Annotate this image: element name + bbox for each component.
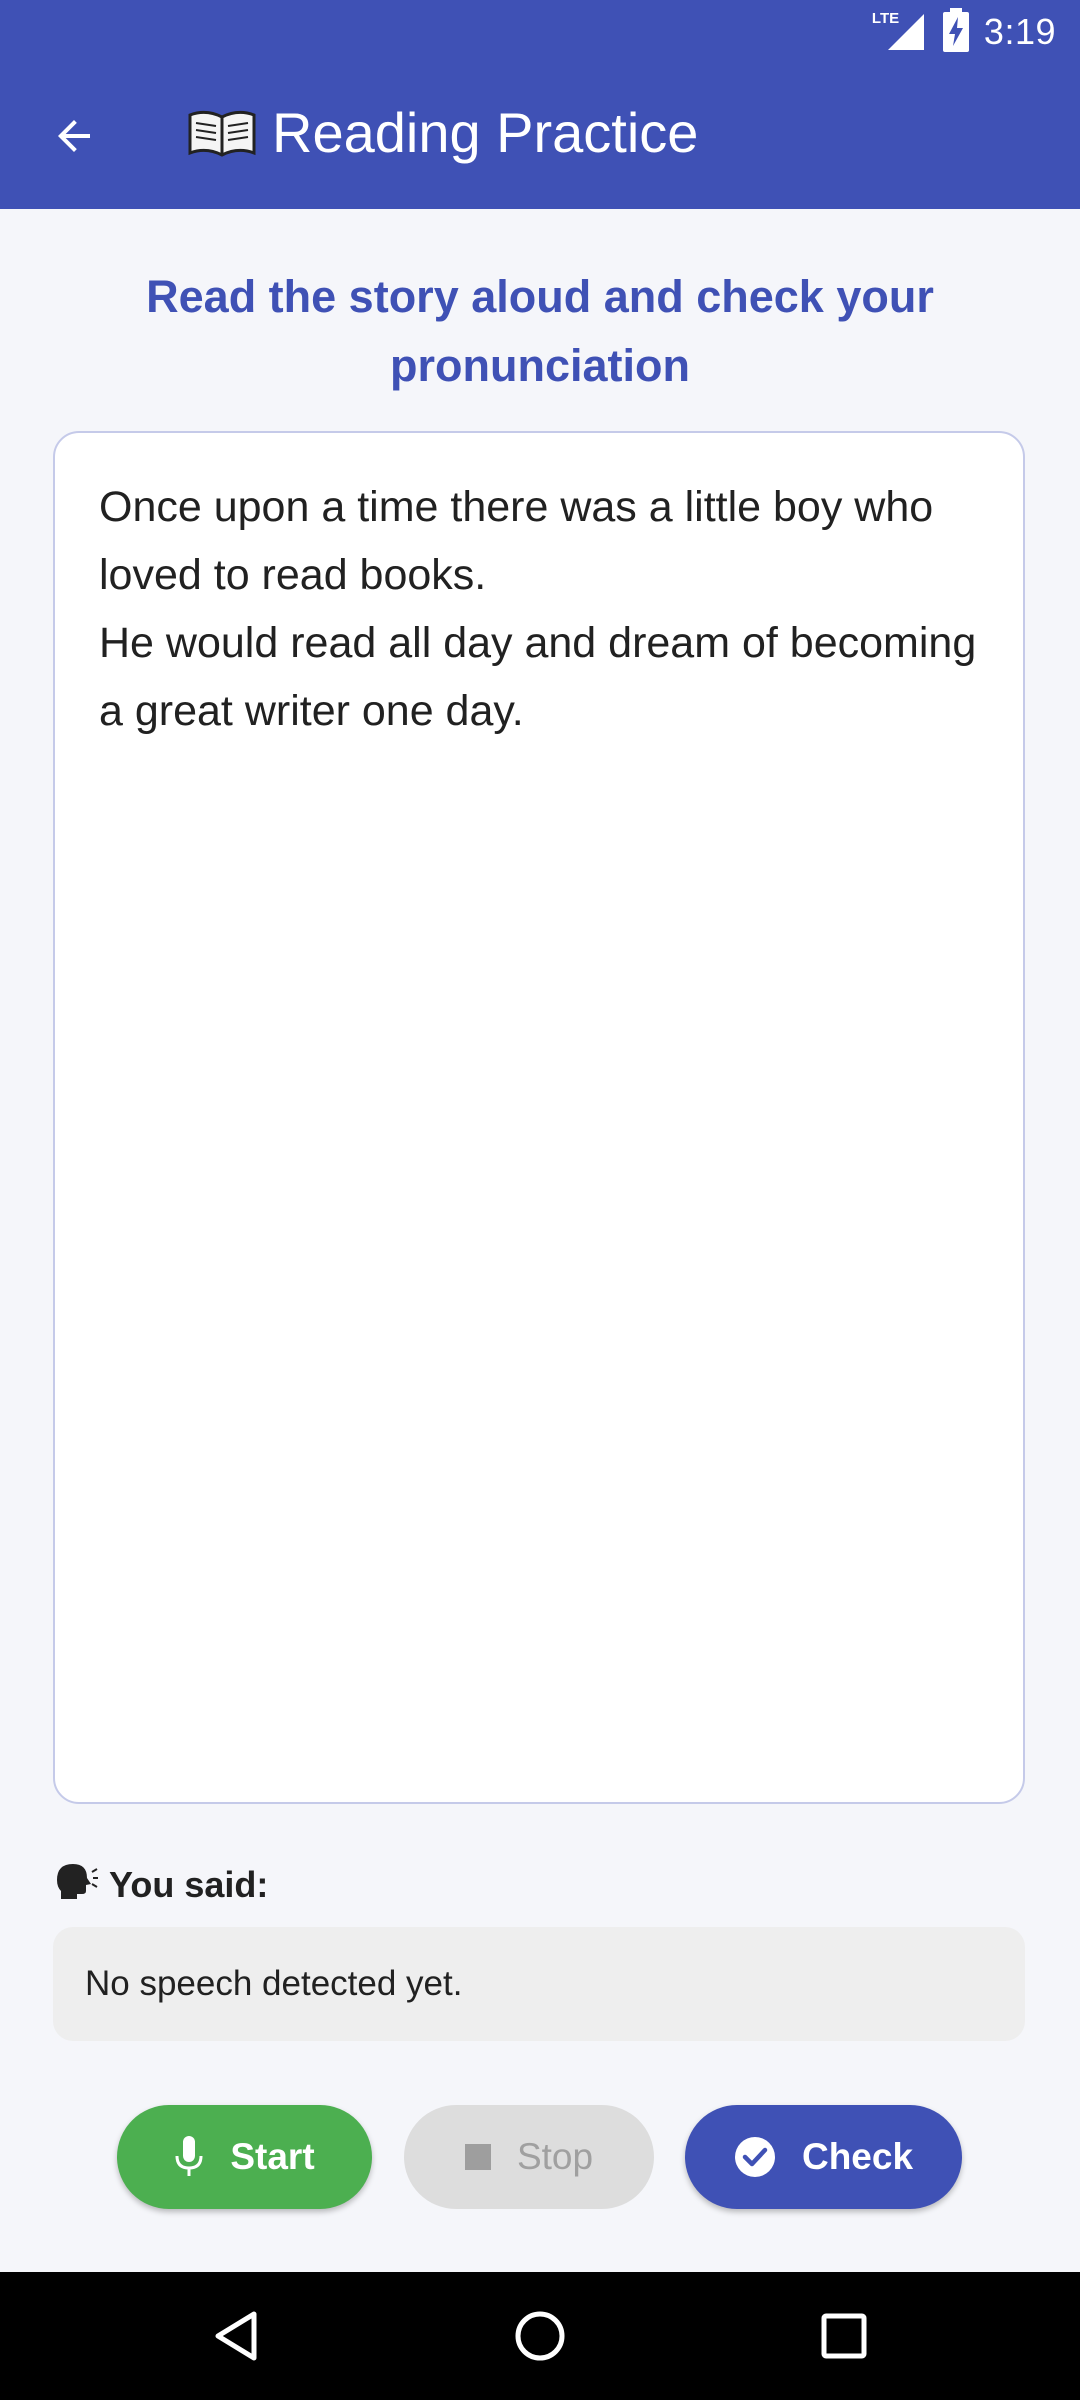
start-button[interactable]: Start xyxy=(117,2105,372,2209)
microphone-icon xyxy=(175,2136,203,2176)
nav-home-icon xyxy=(515,2311,565,2361)
stop-icon xyxy=(464,2144,491,2170)
status-bar: LTE 3:19 xyxy=(0,0,1080,64)
app-bar: Reading Practice xyxy=(0,64,1080,209)
check-button-label: Check xyxy=(801,2136,914,2177)
app-title: Reading Practice xyxy=(186,100,698,165)
open-book-icon xyxy=(186,107,258,159)
story-card[interactable]: Once upon a time there was a little boy … xyxy=(53,431,1025,1804)
back-button[interactable] xyxy=(34,104,114,168)
nav-recents-button[interactable] xyxy=(804,2296,884,2376)
stop-button[interactable]: Stop xyxy=(404,2105,654,2209)
you-said-label: You said: xyxy=(53,1860,268,1909)
arrow-back-icon xyxy=(58,120,90,152)
stop-button-label: Stop xyxy=(516,2136,594,2177)
battery-charging-icon xyxy=(942,7,970,57)
network-type: LTE xyxy=(871,10,900,27)
instruction-heading: Read the story aloud and check your pron… xyxy=(146,271,934,391)
speech-result-box: No speech detected yet. xyxy=(53,1927,1025,2041)
check-button[interactable]: Check xyxy=(685,2105,962,2209)
lte-signal-icon: LTE xyxy=(872,10,928,54)
start-button-label: Start xyxy=(230,2136,315,2177)
status-icons: LTE 3:19 xyxy=(872,7,1056,57)
nav-back-button[interactable] xyxy=(196,2296,276,2376)
speech-result-text: No speech detected yet. xyxy=(85,1964,463,2003)
nav-recents-icon xyxy=(821,2313,867,2359)
you-said-text: You said: xyxy=(109,1863,269,1905)
app-title-text: Reading Practice xyxy=(272,101,699,164)
story-text: Once upon a time there was a little boy … xyxy=(99,483,977,735)
nav-home-button[interactable] xyxy=(500,2296,580,2376)
check-circle-icon xyxy=(734,2137,775,2177)
status-time: 3:19 xyxy=(983,11,1056,52)
speaking-head-icon xyxy=(53,1860,99,1909)
nav-back-icon xyxy=(215,2311,257,2361)
system-nav-bar xyxy=(0,2272,1080,2400)
